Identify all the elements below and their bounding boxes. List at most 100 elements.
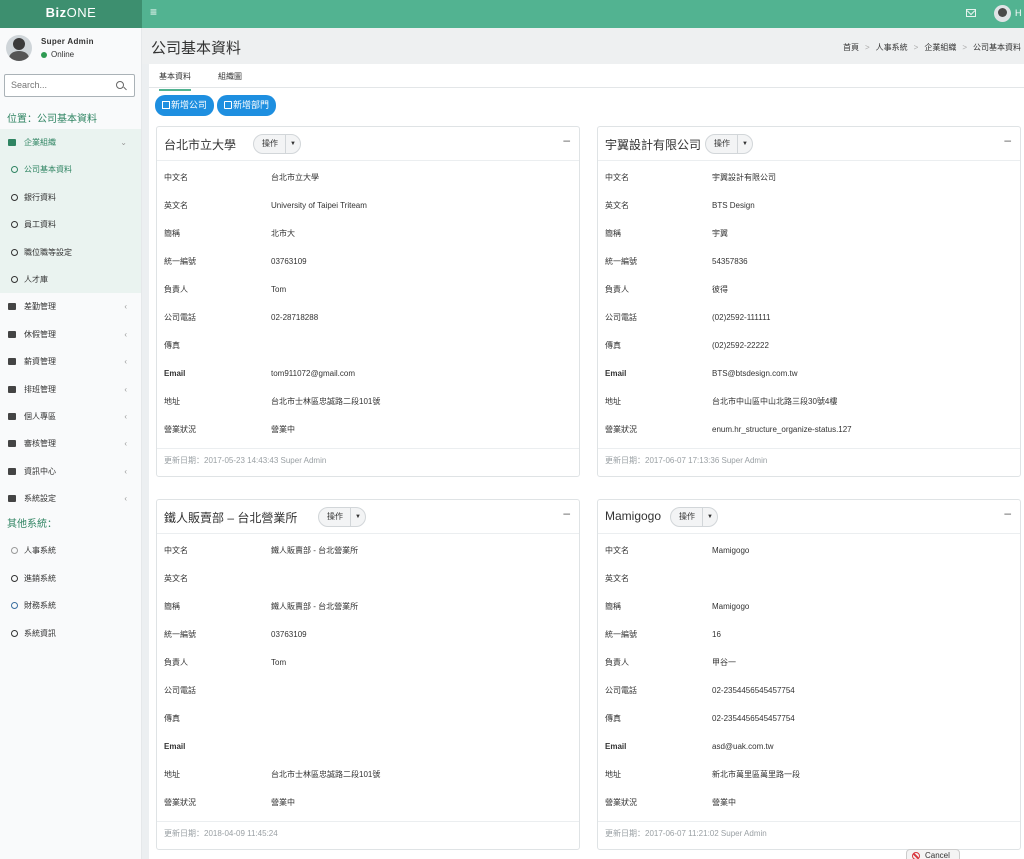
search-icon[interactable] [116,81,124,89]
sidebar-subitem-bank[interactable]: 銀行資料 [0,183,141,212]
field-value: University of Taipei Triteam [271,201,367,210]
field-label: 地址 [605,770,621,779]
top-user-name[interactable]: H [1015,8,1022,18]
sidebar-item-finance-system[interactable]: 財務系統 [0,592,141,619]
content-area: 公司基本資料 首頁 > 人事系統 > 企業組織 > 公司基本資料 基本資料 組織圖 新增公司… [142,28,1024,859]
card-footer: 更新日期：2017-06-07 17:13:36 Super Admin [598,448,1020,476]
location-label: 位置：公司基本資料 [7,114,97,125]
field-row: 地址 台北市中山區中山北路三段30號4樓 [598,388,1020,416]
sitemap-icon [8,139,16,146]
search-input[interactable] [11,75,116,95]
field-value: 台北市士林區忠誠路二段101號 [271,770,381,779]
cancel-label: Cancel [925,851,950,859]
field-label: 中文名 [164,546,188,555]
sidebar-item-label: 個人專區 [24,411,56,421]
app-logo[interactable]: BizONE [0,0,142,28]
sidebar-item-label: 資訊中心 [24,466,56,476]
field-value: 02-28718288 [271,313,319,322]
field-value: 宇翼設計有限公司 [712,173,776,182]
sidebar-item-label: 員工資料 [24,220,56,230]
tab-org-chart[interactable]: 組織圖 [218,71,242,82]
card-body: 中文名 Mamigogo 英文名 簡稱 Mamigogo 統一編號 16 負責人 甲谷一 公司電話… [598,534,1020,821]
chevron-left-icon: ‹ [124,439,127,449]
circle-icon [11,602,18,610]
field-row: 統一編號 54357836 [598,248,1020,276]
company-card: 鐵人販賣部 – 台北營業所 操作 ▼ – 中文名 鐵人販賣部 - 台北營業所 英文名 簡稱 鐵人… [156,499,580,850]
sidebar-subitem-employee[interactable]: 員工資料 [0,211,141,239]
add-company-button[interactable]: 新增公司 [155,95,215,116]
field-value: 02-2354456545457754 [712,714,795,723]
field-label: 營業狀況 [164,425,196,434]
card-header: 宇翼設計有限公司 操作 ▼ – [598,127,1020,161]
field-row: Email asd@uak.com.tw [598,733,1020,761]
sidebar-item-info[interactable]: 資訊中心 ‹ [0,458,141,485]
sidebar-subitem-company[interactable]: 公司基本資料 [0,156,141,184]
field-label: 地址 [605,397,621,406]
collapse-icon[interactable]: – [1004,506,1011,520]
field-value: asd@uak.com.tw [712,742,774,751]
field-label: 簡稱 [164,602,180,611]
field-value: (02)2592-22222 [712,341,769,350]
field-label: Email [605,742,627,751]
circle-icon [11,166,18,174]
field-row: 地址 台北市士林區忠誠路二段101號 [157,388,579,416]
operations-dropdown-button[interactable]: 操作 ▼ [670,507,718,527]
operations-dropdown-button[interactable]: 操作 ▼ [318,507,366,527]
field-row: 傳真 (02)2592-22222 [598,332,1020,360]
collapse-icon[interactable]: – [563,133,570,147]
sidebar-item-sales-system[interactable]: 進銷系統 [0,565,141,592]
field-label: 公司電話 [605,686,637,695]
field-value: 新北市萬里區萬里路一段 [712,770,800,779]
field-label: 營業狀況 [164,798,196,807]
sidebar-subitem-talent[interactable]: 人才庫 [0,265,141,294]
hamburger-menu-icon[interactable]: ≡ [150,5,157,19]
field-row: 中文名 Mamigogo [598,537,1020,565]
field-label: 負責人 [605,658,629,667]
avatar[interactable] [994,5,1011,22]
sidebar-item-system-info[interactable]: 系統資訊 [0,620,141,647]
breadcrumb-home[interactable]: 首頁 [843,43,859,52]
field-row: Email tom911072@gmail.com [157,360,579,388]
mail-icon[interactable] [966,9,976,17]
collapse-icon[interactable]: – [1004,133,1011,147]
field-value: 03763109 [271,630,307,639]
sidebar-subitem-position[interactable]: 職位職等設定 [0,238,141,266]
card-body: 中文名 台北市立大學 英文名 University of Taipei Triteam… [157,161,579,448]
field-label: 統一編號 [164,630,196,639]
sidebar-item-personal[interactable]: 個人專區 ‹ [0,403,141,430]
breadcrumb-separator-icon: > [962,43,968,52]
chevron-left-icon: ‹ [124,357,127,367]
user-avatar [6,35,32,61]
field-value: 彼得 [712,285,728,294]
sidebar-item-settings[interactable]: 系統設定 ‹ [0,485,141,512]
sidebar-item-review[interactable]: 審核管理 ‹ [0,430,141,457]
sidebar-item-shift[interactable]: 排班管理 ‹ [0,376,141,403]
sidebar-item-org[interactable]: 企業組織 ⌄ [0,129,141,157]
collapse-icon[interactable]: – [563,506,570,520]
clock-icon [8,303,16,311]
field-row: 負責人 Tom [157,649,579,677]
field-value: 台北市中山區中山北路三段30號4樓 [712,397,838,406]
operations-label: 操作 [254,135,286,153]
sidebar-item-leave[interactable]: 休假管理 ‹ [0,321,141,348]
sidebar-item-hr-system[interactable]: 人事系統 [0,537,141,564]
field-row: 簡稱 鐵人販賣部 - 台北營業所 [157,593,579,621]
card-footer: 更新日期：2017-05-23 14:43:43 Super Admin [157,448,579,476]
chevron-left-icon: ‹ [124,411,127,421]
cancel-button[interactable]: Cancel [906,849,960,859]
field-label: 英文名 [164,574,188,583]
breadcrumb-hr[interactable]: 人事系統 [876,43,908,52]
breadcrumb-org[interactable]: 企業組織 [924,43,956,52]
field-row: 傳真 [157,332,579,360]
operations-dropdown-button[interactable]: 操作 ▼ [705,134,753,154]
chevron-left-icon: ‹ [124,329,127,339]
sidebar-item-attendance[interactable]: 差勤管理 ‹ [0,293,141,320]
operations-dropdown-button[interactable]: 操作 ▼ [253,134,301,154]
online-status-icon [41,51,47,58]
field-row: 英文名 University of Taipei Triteam [157,192,579,220]
tab-basic-info[interactable]: 基本資料 [159,71,191,91]
sidebar-item-salary[interactable]: 薪資管理 ‹ [0,348,141,375]
add-dept-button[interactable]: 新增部門 [217,95,277,116]
field-label: 統一編號 [605,630,637,639]
breadcrumb-separator-icon: > [913,43,919,52]
